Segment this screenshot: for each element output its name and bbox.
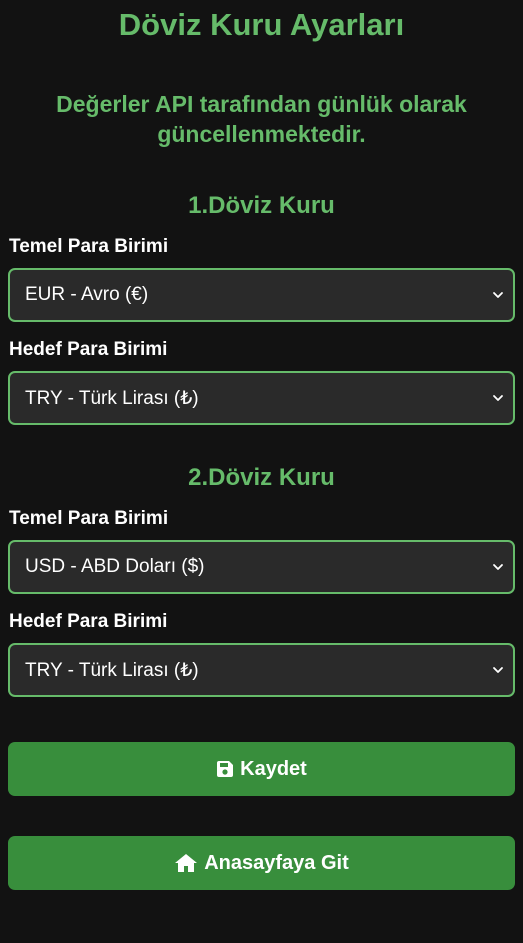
pair-1-target-select[interactable]: TRY - Türk Lirası (₺) [8,371,515,425]
pair-1-base-value: EUR - Avro (€) [25,284,149,305]
pair-1-base-select[interactable]: EUR - Avro (€) [8,268,515,322]
chevron-down-icon [493,395,503,401]
save-button-label: Kaydet [240,757,307,780]
pair-1-heading: 1.Döviz Kuru [188,192,335,219]
pair-2-base-label: Temel Para Birimi [9,508,169,529]
home-button-label: Anasayfaya Git [204,851,349,874]
pair-2-base-select[interactable]: USD - ABD Doları ($) [8,540,515,594]
page-title: Döviz Kuru Ayarları [118,7,405,42]
pair-2-heading: 2.Döviz Kuru [188,464,335,491]
home-button[interactable]: Anasayfaya Git [8,836,515,890]
api-notice: Değerler API tarafından günlük olarak gü… [56,91,467,147]
floppy-disk-icon [217,761,234,777]
currency-settings-page: Döviz Kuru Ayarları Değerler API tarafın… [0,0,523,943]
chevron-down-icon [493,292,503,298]
pair-1-target-value: TRY - Türk Lirası (₺) [25,387,199,409]
pair-2-target-label: Hedef Para Birimi [9,611,168,632]
pair-2-target-value: TRY - Türk Lirası (₺) [25,659,199,681]
chevron-down-icon [493,564,503,570]
pair-1-target-label: Hedef Para Birimi [9,339,168,360]
pair-2-target-select[interactable]: TRY - Türk Lirası (₺) [8,643,515,697]
pair-2-base-value: USD - ABD Doları ($) [25,556,205,577]
chevron-down-icon [493,667,503,673]
home-icon [175,854,198,872]
save-button[interactable]: Kaydet [8,742,515,796]
pair-1-base-label: Temel Para Birimi [9,236,169,257]
